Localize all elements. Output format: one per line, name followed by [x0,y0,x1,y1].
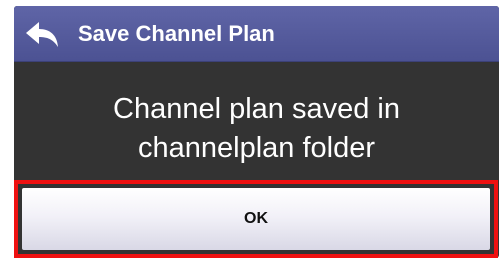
dialog-titlebar: Save Channel Plan [14,6,499,62]
message-line-1: Channel plan saved in [113,93,400,125]
ok-button-highlight: OK [14,180,498,258]
dialog-title: Save Channel Plan [78,21,275,46]
ok-button[interactable]: OK [22,188,490,250]
dialog-message: Channel plan saved in channelplan folder [14,90,499,168]
message-line-2: channelplan folder [137,132,375,164]
back-arrow-icon[interactable] [24,19,60,49]
